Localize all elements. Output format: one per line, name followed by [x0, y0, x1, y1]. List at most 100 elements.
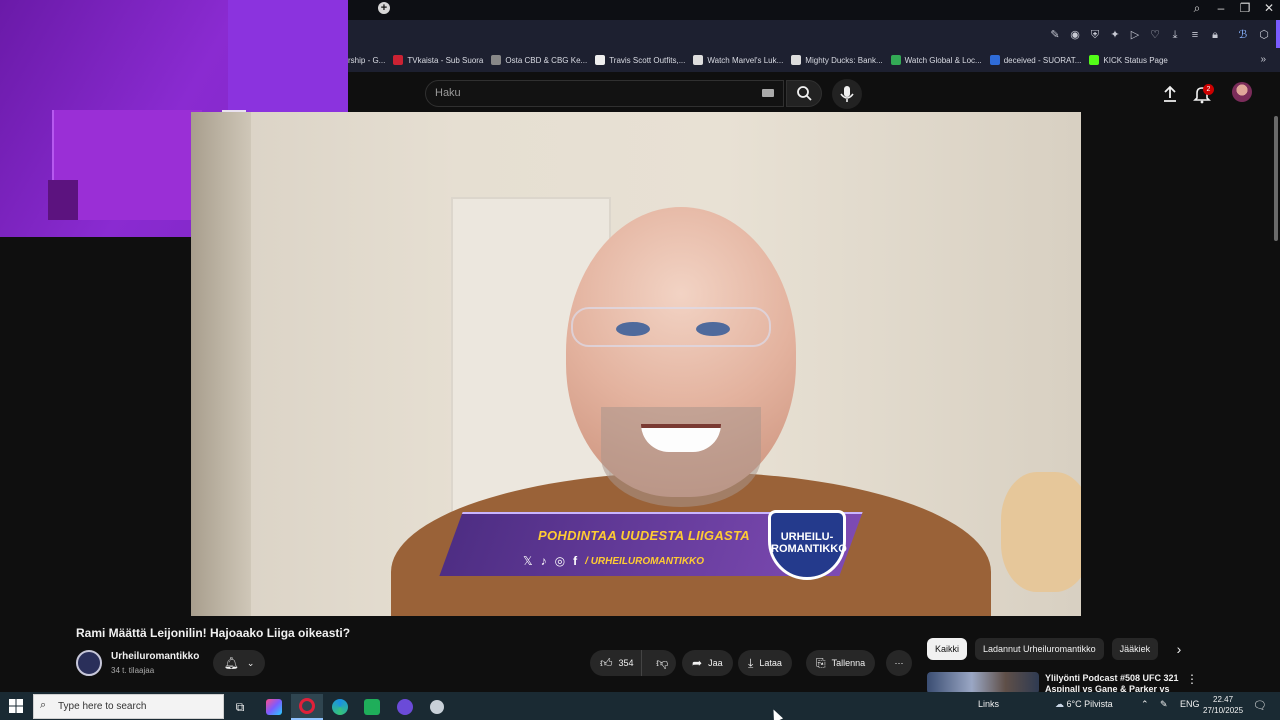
download-button[interactable]: ⤓ Lataa	[738, 650, 792, 676]
download-icon[interactable]: ⤓	[1168, 28, 1182, 42]
bookmark-item[interactable]: Watch Marvel's Luk...	[693, 55, 783, 65]
channel-avatar[interactable]	[76, 650, 102, 676]
search-input[interactable]	[435, 85, 735, 101]
minimize-icon[interactable]: –	[1210, 0, 1232, 18]
share-label: Jaa	[708, 658, 723, 668]
upload-button[interactable]	[1160, 84, 1180, 104]
recommendation-menu-icon[interactable]: ⋮	[1186, 672, 1198, 686]
taskbar-edge[interactable]	[324, 694, 356, 720]
tiktok-icon	[595, 55, 606, 65]
keyboard-icon[interactable]	[762, 89, 774, 97]
taskbar-app-grey[interactable]	[421, 694, 453, 720]
clock-date[interactable]: 27/10/2025	[1203, 706, 1243, 715]
like-button[interactable]: 👍︎ 354	[590, 650, 643, 676]
search-icon	[797, 86, 812, 101]
notification-count-badge: 2	[1203, 84, 1214, 95]
network-icon[interactable]: ✎	[1160, 699, 1168, 710]
windows-start-button[interactable]	[8, 698, 24, 714]
page-scrollbar[interactable]	[1274, 116, 1278, 241]
x-icon: 𝕏	[523, 554, 533, 568]
browser-titlebar	[348, 0, 1280, 20]
edge-icon	[332, 699, 348, 715]
lock-icon[interactable]: 🔒︎	[1208, 28, 1222, 42]
close-icon[interactable]: ✕	[1258, 0, 1280, 18]
video-person-beard	[601, 407, 761, 507]
bookmark-item[interactable]: TVkaista - Sub Suora	[393, 55, 483, 65]
bell-ring-icon: 🔔︎	[223, 656, 239, 670]
voice-search-button[interactable]	[832, 79, 862, 109]
video-wall	[191, 112, 251, 616]
taskbar-app-green[interactable]	[356, 694, 388, 720]
taskbar-opera-gx[interactable]	[291, 694, 323, 720]
bookmark-item[interactable]: KICK Status Page	[1089, 55, 1168, 65]
shield-icon[interactable]: ⛨	[1088, 28, 1102, 42]
bookmark-item[interactable]: Watch Global & Loc...	[890, 55, 982, 65]
screen: + ⌕ – ❐ ✕ ✎ ◉ ⛨ ✦ ▷ ♡ ⤓ ≡ 🔒︎ ℬ ⬡ rship -…	[0, 0, 1280, 720]
video-player[interactable]: POHDINTAA UUDESTA LIIGASTA 𝕏 ♪ ◎ f / URH…	[191, 112, 1081, 616]
bookmarks-overflow-icon[interactable]: »	[1260, 54, 1266, 65]
cube-icon[interactable]: ⬡	[1257, 28, 1271, 42]
bookmark-item[interactable]: Mighty Ducks: Bank...	[791, 55, 883, 65]
translate-icon[interactable]: ℬ	[1236, 28, 1250, 42]
subscriber-count: 34 t. tilaajaa	[111, 666, 155, 675]
task-view-button[interactable]: ⧉	[224, 694, 256, 720]
related-filter-chips: Kaikki Ladannut Urheiluromantikko Jääkiek	[927, 638, 1159, 660]
download-arrow-icon: ⤓	[748, 655, 754, 670]
bookmark-label: Watch Marvel's Luk...	[707, 55, 784, 65]
thumbs-up-icon: 👍︎	[600, 655, 613, 670]
edit-icon[interactable]: ✎	[1048, 28, 1062, 42]
notification-center-icon[interactable]: 🗨︎	[1253, 699, 1267, 712]
filter-chip[interactable]: Kaikki	[927, 638, 968, 660]
app-purple-icon	[397, 699, 413, 715]
like-count: 354	[618, 658, 634, 668]
bookmark-item[interactable]: deceived - SUORAT...	[989, 55, 1081, 65]
tray-chevron-icon[interactable]: ⌃	[1141, 699, 1149, 710]
bookmark-item[interactable]: Osta CBD & CBG Ke...	[491, 55, 587, 65]
chevron-right-icon[interactable]: ›	[1170, 641, 1188, 659]
menu-icon[interactable]: ≡	[1188, 28, 1202, 42]
mic-icon	[840, 86, 854, 102]
bookmark-label: TVkaista - Sub Suora	[407, 55, 484, 65]
taskbar-search-input[interactable]	[58, 699, 218, 714]
video-overlay-social: 𝕏 ♪ ◎ f / URHEILUROMANTIKKO	[523, 554, 704, 568]
taskbar-app-colorful[interactable]	[258, 694, 290, 720]
weather-text: 6°C Pilvista	[1066, 699, 1113, 709]
tvkaista-icon	[393, 55, 404, 65]
browser-search-icon[interactable]: ⌕	[1186, 0, 1208, 18]
clock-time[interactable]: 22.47	[1213, 695, 1233, 704]
subscribed-bell-button[interactable]: 🔔︎ ⌄	[213, 650, 265, 676]
download-label: Lataa	[759, 658, 782, 668]
cloud-icon: ☁	[1055, 699, 1064, 709]
share-button[interactable]: ➦ Jaa	[682, 650, 733, 676]
more-actions-button[interactable]: ⋯	[886, 650, 912, 676]
filter-chip[interactable]: Ladannut Urheiluromantikko	[975, 638, 1104, 660]
bookmark-item[interactable]: Travis Scott Outfits,...	[595, 55, 685, 65]
weather-widget[interactable]: ☁ 6°C Pilvista	[1055, 699, 1113, 710]
language-indicator[interactable]: ENG	[1180, 699, 1200, 709]
save-button[interactable]: ⎘ Tallenna	[806, 650, 876, 676]
dislike-button[interactable]: 👎︎	[648, 650, 676, 676]
bookmark-label: Mighty Ducks: Bank...	[805, 55, 883, 65]
taskbar-links[interactable]: Links	[978, 699, 999, 709]
new-tab-button[interactable]: +	[378, 2, 390, 14]
like-dislike-group: 👍︎ 354 👎︎	[590, 650, 676, 676]
bookmark-item[interactable]: rship - G...	[348, 56, 385, 65]
channel-name[interactable]: Urheiluromantikko	[111, 651, 199, 662]
recommendation-title[interactable]: Ylilyönti Podcast #508 UFC 321 Aspinall …	[1045, 673, 1180, 693]
bookmark-label: rship - G...	[348, 55, 386, 65]
recommendation-thumbnail[interactable]	[927, 672, 1039, 694]
extension-icon[interactable]: ✦	[1108, 28, 1122, 42]
play-icon[interactable]: ▷	[1128, 28, 1142, 42]
heart-icon[interactable]: ♡	[1148, 28, 1162, 42]
bookmark-label: Osta CBD & CBG Ke...	[505, 55, 588, 65]
account-avatar[interactable]	[1232, 82, 1252, 102]
camera-icon[interactable]: ◉	[1068, 28, 1082, 42]
filter-chip[interactable]: Jääkiek	[1111, 638, 1159, 660]
globe-icon	[491, 55, 502, 65]
restore-icon[interactable]: ❐	[1234, 0, 1256, 18]
search-button[interactable]	[786, 80, 822, 107]
bookmark-label: Watch Global & Loc...	[904, 55, 982, 65]
alien-icon	[890, 55, 901, 65]
taskbar-app-purple[interactable]	[389, 694, 421, 720]
star-icon	[791, 55, 802, 65]
